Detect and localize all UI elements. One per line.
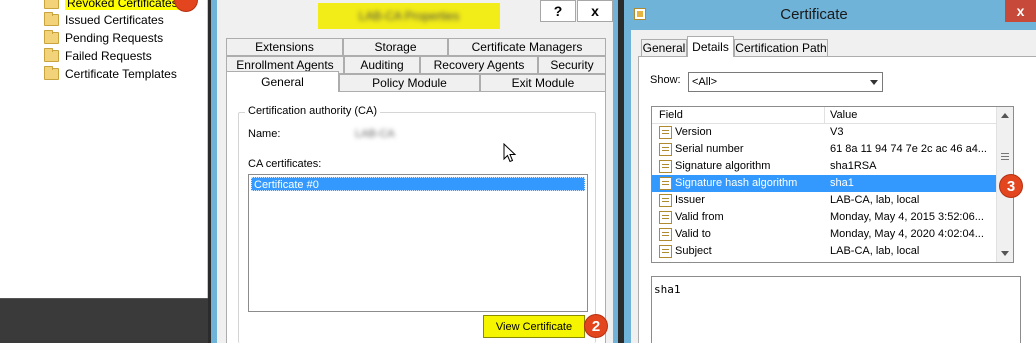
field-value: sha1: [830, 177, 854, 189]
tab-storage[interactable]: Storage: [343, 38, 448, 56]
field-name: Serial number: [675, 143, 744, 155]
certificate-field-icon: [659, 177, 672, 190]
folder-icon: [44, 30, 59, 44]
field-value: Monday, May 4, 2020 4:02:04...: [830, 228, 984, 240]
field-row[interactable]: Signature algorithm sha1RSA: [652, 158, 997, 175]
ca-name-label: Name:: [248, 128, 281, 140]
help-button[interactable]: ?: [540, 0, 576, 22]
mouse-cursor-icon: [503, 143, 517, 163]
tab-policy-module[interactable]: Policy Module: [339, 74, 480, 92]
certificate-field-icon: [659, 194, 672, 207]
close-button[interactable]: x: [577, 0, 613, 22]
field-value: LAB-CA, lab, local: [830, 194, 920, 206]
tab-certification-path[interactable]: Certification Path: [734, 39, 828, 57]
field-value: LAB-CA, lab, local: [830, 245, 920, 257]
certificate-field-icon: [659, 211, 672, 224]
field-row[interactable]: Issuer LAB-CA, lab, local: [652, 192, 997, 209]
field-value-textbox[interactable]: sha1: [651, 276, 1021, 343]
field-name: Valid from: [675, 211, 724, 223]
annotation-badge-2: 2: [585, 315, 607, 337]
console-background: [0, 298, 208, 343]
column-header-value[interactable]: Value: [830, 109, 857, 121]
field-name: Valid to: [675, 228, 711, 240]
tab-recovery-agents[interactable]: Recovery Agents: [420, 56, 538, 74]
field-name: Subject: [675, 245, 712, 257]
annotation-badge-3: 3: [1000, 175, 1022, 197]
scroll-down-arrow-icon[interactable]: [1001, 251, 1009, 256]
tab-details[interactable]: Details: [687, 36, 734, 57]
tab-certificate-managers[interactable]: Certificate Managers: [448, 38, 606, 56]
show-dropdown[interactable]: <All>: [688, 72, 883, 92]
field-row-selected[interactable]: Signature hash algorithm sha1: [652, 175, 997, 192]
scroll-thumb[interactable]: [1001, 153, 1009, 160]
certificate-field-icon: [659, 245, 672, 258]
field-name: Version: [675, 126, 712, 138]
field-value: V3: [830, 126, 844, 138]
certificate-field-icon: [659, 143, 672, 156]
folder-icon: [44, 12, 59, 26]
ca-certificates-list[interactable]: Certificate #0: [248, 174, 588, 312]
tab-exit-module[interactable]: Exit Module: [480, 74, 606, 92]
view-certificate-button[interactable]: View Certificate: [483, 315, 585, 338]
tab-general[interactable]: General: [226, 71, 339, 92]
field-value: 61 8a 11 94 74 7e 2c ac 46 a4...: [830, 143, 987, 155]
ca-name-value: LAB-CA: [355, 128, 395, 140]
field-row[interactable]: Serial number 61 8a 11 94 74 7e 2c ac 46…: [652, 141, 997, 158]
field-value: Monday, May 4, 2015 3:52:06...: [830, 211, 984, 223]
ca-groupbox-label: Certification authority (CA): [245, 105, 380, 117]
show-dropdown-value: <All>: [692, 76, 718, 88]
certificate-field-icon: [659, 126, 672, 139]
field-row[interactable]: Valid to Monday, May 4, 2020 4:02:04...: [652, 226, 997, 243]
tab-security[interactable]: Security: [538, 56, 606, 74]
ca-console-tree: Revoked Certificates Issued Certificates…: [0, 0, 208, 298]
column-header-field[interactable]: Field: [659, 109, 683, 121]
folder-icon: [44, 66, 59, 80]
tree-item-label: Issued Certificates: [65, 13, 164, 27]
folder-icon: [44, 0, 59, 9]
chevron-down-icon: [870, 80, 878, 85]
field-row[interactable]: Valid from Monday, May 4, 2015 3:52:06..…: [652, 209, 997, 226]
tab-cert-general[interactable]: General: [641, 39, 687, 57]
tree-item-label: Pending Requests: [65, 31, 164, 45]
tree-item-failed-requests[interactable]: Failed Requests: [44, 47, 152, 65]
tree-item-label: Certificate Templates: [65, 67, 177, 81]
tree-item-issued-certificates[interactable]: Issued Certificates: [44, 11, 164, 29]
certificate-title: Certificate: [780, 6, 848, 23]
field-value: sha1RSA: [830, 160, 877, 172]
tree-item-certificate-templates[interactable]: Certificate Templates: [44, 65, 177, 83]
ca-certificate-item[interactable]: Certificate #0: [251, 177, 585, 191]
folder-icon: [44, 48, 59, 62]
tree-item-label: Revoked Certificates: [65, 0, 180, 10]
field-name: Signature hash algorithm: [675, 177, 798, 189]
field-name: Issuer: [675, 194, 705, 206]
tree-item-label: Failed Requests: [65, 49, 152, 63]
column-separator: [824, 107, 825, 124]
fields-list-header: Field Value: [652, 107, 997, 124]
certificate-fields-list[interactable]: Field Value Version V3 Serial number 61 …: [651, 106, 1014, 263]
certificate-field-icon: [659, 160, 672, 173]
ca-properties-title: LAB-CA Properties: [318, 3, 500, 29]
ca-certificates-label: CA certificates:: [248, 158, 322, 170]
tab-extensions[interactable]: Extensions: [226, 38, 343, 56]
field-row[interactable]: Subject LAB-CA, lab, local: [652, 243, 997, 260]
scroll-up-arrow-icon[interactable]: [1001, 113, 1009, 118]
tree-item-pending-requests[interactable]: Pending Requests: [44, 29, 163, 47]
certificate-field-icon: [659, 228, 672, 241]
certificate-close-button[interactable]: x: [1005, 0, 1036, 22]
field-row[interactable]: Version V3: [652, 124, 997, 141]
field-name: Signature algorithm: [675, 160, 771, 172]
tab-auditing[interactable]: Auditing: [344, 56, 420, 74]
show-label: Show:: [650, 74, 681, 86]
